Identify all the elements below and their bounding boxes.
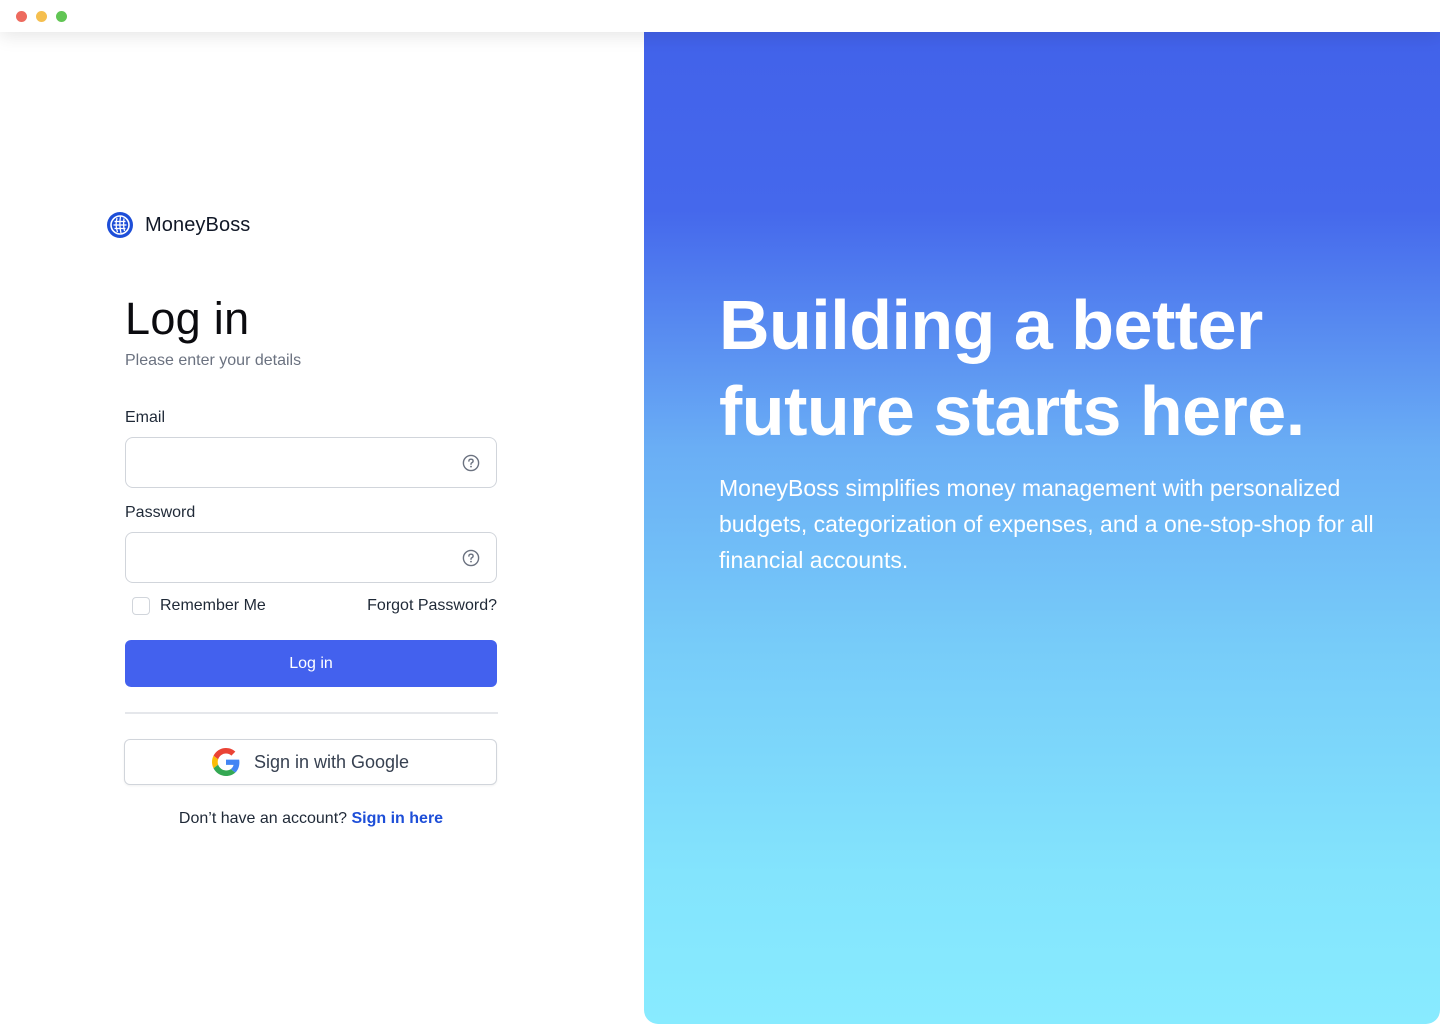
email-field[interactable] — [140, 438, 450, 487]
login-panel — [0, 32, 644, 1024]
login-button[interactable]: Log in — [125, 640, 497, 687]
email-label: Email — [125, 409, 166, 426]
google-g-icon — [211, 748, 240, 776]
question-circle-icon[interactable] — [462, 549, 480, 567]
signup-link[interactable]: Sign in here — [352, 810, 444, 827]
hero-headline: Building a better future starts here. — [719, 286, 1305, 450]
remember-me[interactable]: Remember Me — [132, 596, 266, 615]
brand-name: MoneyBoss — [145, 213, 251, 236]
password-field[interactable] — [140, 533, 450, 582]
maximize-window-button[interactable] — [56, 11, 67, 22]
password-label: Password — [125, 504, 196, 521]
signup-prompt: Don’t have an account? — [178, 810, 348, 827]
remember-me-checkbox[interactable] — [132, 596, 150, 615]
remember-me-label[interactable]: Remember Me — [160, 597, 266, 615]
google-signin-button[interactable]: Sign in with Google — [124, 739, 497, 785]
signup-row: Don’t have an account? Sign in here — [125, 810, 497, 828]
question-circle-icon[interactable] — [462, 454, 480, 472]
password-field-container[interactable] — [125, 532, 497, 583]
divider — [125, 712, 498, 714]
brand: MoneyBoss — [106, 211, 250, 239]
page-title: Log in — [125, 293, 250, 344]
close-window-button[interactable] — [16, 11, 27, 22]
google-signin-label: Sign in with Google — [253, 751, 410, 772]
globe-grid-icon — [107, 212, 133, 238]
window-titlebar — [0, 0, 1440, 32]
page-subtitle: Please enter your details — [125, 352, 302, 369]
minimize-window-button[interactable] — [36, 11, 47, 22]
hero-body: MoneyBoss simplifies money management wi… — [719, 475, 1374, 573]
forgot-password-link[interactable]: Forgot Password? — [357, 597, 497, 615]
hero-panel: Building a better future starts here. Mo… — [644, 32, 1440, 1024]
email-field-container[interactable] — [125, 437, 497, 488]
